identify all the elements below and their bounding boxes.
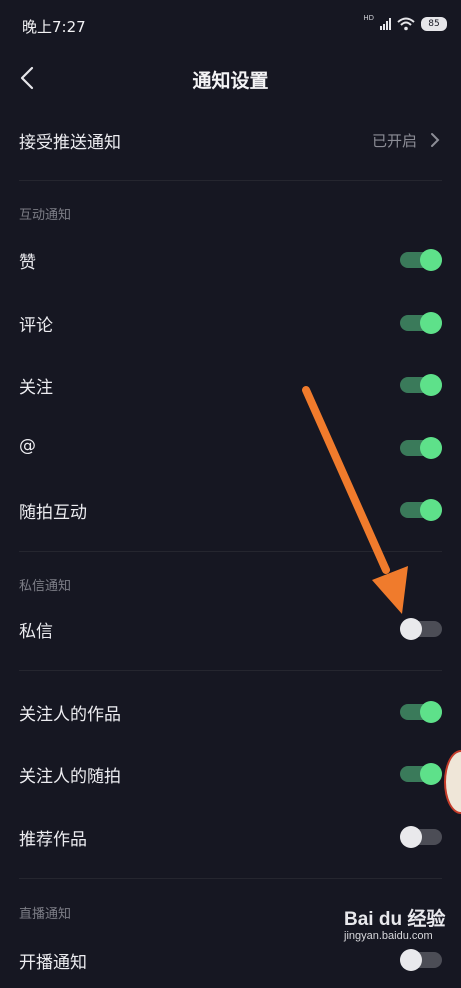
dm-row: 私信 <box>0 601 461 657</box>
divider <box>19 670 442 671</box>
divider <box>19 180 442 181</box>
chevron-right-icon <box>431 133 440 147</box>
battery-icon: 85 <box>421 17 447 31</box>
following-random-label: 关注人的随拍 <box>19 767 121 787</box>
follow-toggle[interactable] <box>400 374 442 396</box>
divider <box>19 878 442 879</box>
comment-row: 评论 <box>0 295 461 351</box>
comment-label: 评论 <box>19 316 53 336</box>
like-label: 赞 <box>19 253 36 273</box>
comment-toggle[interactable] <box>400 312 442 334</box>
status-time: 晚上7:27 <box>22 18 86 36</box>
push-notification-row[interactable]: 接受推送通知 已开启 <box>0 112 461 168</box>
follow-row: 关注 <box>0 357 461 413</box>
dm-label: 私信 <box>19 622 53 642</box>
like-row: 赞 <box>0 232 461 288</box>
following-random-toggle[interactable] <box>400 763 442 785</box>
live-start-toggle[interactable] <box>400 949 442 971</box>
recommended-works-label: 推荐作品 <box>19 830 87 850</box>
like-toggle[interactable] <box>400 249 442 271</box>
watermark-brand: Bai du 经验 <box>344 909 446 930</box>
recommended-works-toggle[interactable] <box>400 826 442 848</box>
watermark-url: jingyan.baidu.com <box>344 930 433 942</box>
push-status: 已开启 <box>371 132 417 150</box>
live-start-label: 开播通知 <box>19 953 87 973</box>
hd-indicator: HD <box>363 14 374 22</box>
random-interaction-row: 随拍互动 <box>0 482 461 538</box>
section-title-messages: 私信通知 <box>19 579 72 594</box>
mention-row: @ <box>0 420 461 476</box>
following-works-label: 关注人的作品 <box>19 705 121 725</box>
status-icons: HD 85 <box>363 14 447 34</box>
status-bar: 晚上7:27 HD 85 <box>0 0 461 50</box>
baidu-watermark: Bai du 经验 jingyan.baidu.com <box>344 904 446 942</box>
section-title-interaction: 互动通知 <box>19 208 72 223</box>
section-title-live: 直播通知 <box>19 907 72 922</box>
random-interaction-toggle[interactable] <box>400 499 442 521</box>
push-label: 接受推送通知 <box>19 133 121 153</box>
dm-toggle[interactable] <box>400 618 442 640</box>
mention-label: @ <box>19 436 36 456</box>
divider <box>19 551 442 552</box>
mention-toggle[interactable] <box>400 437 442 459</box>
follow-label: 关注 <box>19 378 53 398</box>
following-works-toggle[interactable] <box>400 701 442 723</box>
recommended-works-row: 推荐作品 <box>0 809 461 865</box>
following-works-row: 关注人的作品 <box>0 684 461 740</box>
signal-icon <box>380 18 391 30</box>
following-random-row: 关注人的随拍 <box>0 746 461 802</box>
wifi-icon <box>397 17 415 31</box>
nav-bar: 通知设置 <box>0 50 461 106</box>
random-interaction-label: 随拍互动 <box>19 503 87 523</box>
page-title: 通知设置 <box>192 70 269 92</box>
